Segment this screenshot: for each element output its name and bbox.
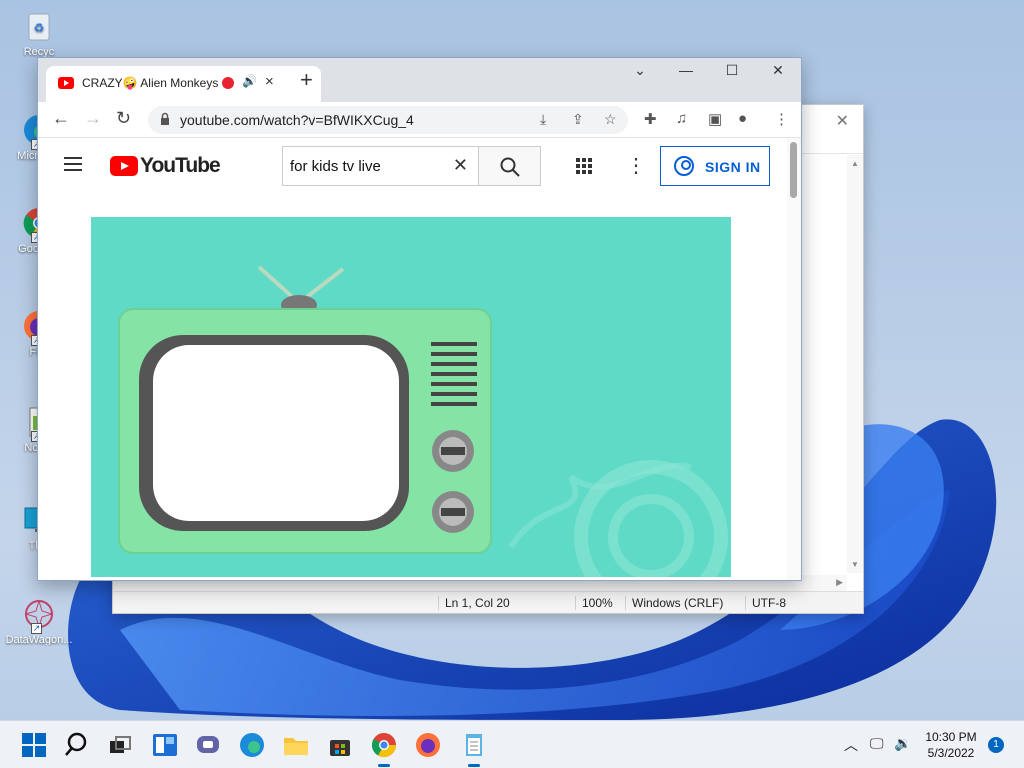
chrome-icon <box>371 733 396 758</box>
settings-kebab-icon[interactable]: ⋮ <box>626 156 646 176</box>
tab-close-icon[interactable]: × <box>265 73 274 90</box>
forward-button[interactable]: → <box>84 108 102 129</box>
extensions-icon[interactable]: ✚ <box>644 110 657 128</box>
youtube-header: YouTube for kids tv live ✕ ⋮ SIGN IN <box>38 138 787 194</box>
store-bag-icon <box>330 740 350 756</box>
desktop-icon-label: DataWagon... <box>5 634 73 646</box>
clock-time: 10:30 PM <box>925 730 977 744</box>
desktop-icon-datawagon[interactable]: ↗ DataWagon... <box>4 596 74 646</box>
maximize-button[interactable]: ☐ <box>712 62 752 79</box>
scrollbar-thumb[interactable] <box>790 142 797 198</box>
firefox-taskbar-button[interactable] <box>414 731 442 759</box>
address-bar[interactable]: youtube.com/watch?v=BfWIKXCug_4 ⤓ ⇪ ☆ <box>148 106 628 134</box>
firefox-icon <box>416 733 440 757</box>
scroll-up-arrow-icon[interactable]: ▲ <box>851 159 859 168</box>
side-panel-icon[interactable]: ▣ <box>708 110 722 128</box>
search-icon <box>500 157 520 177</box>
svg-text:♻: ♻ <box>34 21 45 35</box>
apps-grid-icon[interactable] <box>576 158 592 174</box>
notepad-close-icon[interactable]: ✕ <box>836 111 849 131</box>
notepad-status-bar: Ln 1, Col 20 100% Windows (CRLF) UTF-8 <box>113 591 863 613</box>
notepad-taskbar-button[interactable] <box>460 731 488 767</box>
page-scrollbar[interactable] <box>787 138 801 580</box>
speaker-icon[interactable]: 🔊 <box>242 74 257 88</box>
chrome-window[interactable]: CRAZY🤪 Alien Monkeys 🔊 × + ⌄ — ☐ ✕ ← → ↻… <box>37 57 802 581</box>
desktop-icon-recycle-bin[interactable]: ♻ Recyc <box>4 8 74 58</box>
teams-chat-icon <box>197 736 219 753</box>
browser-tab-active[interactable]: CRAZY🤪 Alien Monkeys 🔊 × <box>46 66 321 102</box>
widgets-button[interactable] <box>151 731 179 759</box>
youtube-play-icon <box>110 156 138 176</box>
recycle-bin-icon: ♻ <box>21 8 57 44</box>
clear-search-icon[interactable]: ✕ <box>453 155 468 176</box>
reload-button[interactable]: ↻ <box>116 108 131 129</box>
clock[interactable]: 10:30 PM 5/3/2022 <box>916 729 986 761</box>
browser-toolbar: ← → ↻ youtube.com/watch?v=BfWIKXCug_4 ⤓ … <box>38 102 801 138</box>
recording-indicator-icon <box>222 77 234 89</box>
share-icon[interactable]: ⇪ <box>572 111 584 128</box>
youtube-favicon-icon <box>58 77 74 89</box>
clock-date: 5/3/2022 <box>927 746 975 760</box>
status-encoding: UTF-8 <box>745 596 786 610</box>
status-zoom: 100% <box>575 596 613 610</box>
tab-title: CRAZY🤪 Alien Monkeys <box>82 76 219 90</box>
profile-avatar-icon[interactable]: ● <box>738 110 747 127</box>
notepad-vertical-scrollbar[interactable]: ▲ ▼ <box>847 155 863 573</box>
url-text: youtube.com/watch?v=BfWIKXCug_4 <box>180 112 414 128</box>
sign-in-label: SIGN IN <box>705 159 761 175</box>
search-button[interactable] <box>478 146 541 186</box>
scroll-down-arrow-icon[interactable]: ▼ <box>851 560 859 569</box>
shortcut-arrow-icon: ↗ <box>31 623 42 634</box>
sign-in-button[interactable]: SIGN IN <box>660 146 770 186</box>
chrome-menu-icon[interactable]: ⋮ <box>774 110 789 128</box>
youtube-logo-text: YouTube <box>140 154 221 177</box>
datawagon-icon: ↗ <box>21 596 57 634</box>
lock-icon <box>161 112 169 125</box>
search-icon <box>65 732 87 756</box>
chat-button[interactable] <box>194 731 222 759</box>
close-button[interactable]: ✕ <box>758 62 798 79</box>
media-controls-icon[interactable]: ♫ <box>676 110 687 127</box>
video-player[interactable] <box>91 217 731 577</box>
volume-icon[interactable]: 🔉 <box>894 735 911 752</box>
network-icon[interactable]: 🖵 <box>870 735 884 752</box>
tab-strip: CRAZY🤪 Alien Monkeys 🔊 × + ⌄ — ☐ ✕ <box>38 58 801 102</box>
bookmark-star-icon[interactable]: ☆ <box>604 111 617 128</box>
folder-icon <box>284 738 308 755</box>
tab-search-chevron-icon[interactable]: ⌄ <box>620 62 660 79</box>
scroll-right-arrow-icon[interactable]: ▶ <box>836 577 843 588</box>
store-button[interactable] <box>326 731 354 759</box>
edge-icon <box>240 733 264 757</box>
task-view-icon <box>110 736 131 753</box>
youtube-page: YouTube for kids tv live ✕ ⋮ SIGN IN <box>38 138 787 580</box>
notification-badge[interactable]: 1 <box>988 737 1004 753</box>
windows-start-icon <box>22 733 46 757</box>
show-hidden-icons-chevron[interactable]: ︿ <box>844 735 858 755</box>
new-tab-button[interactable]: + <box>300 69 313 91</box>
chrome-taskbar-button[interactable] <box>370 731 398 767</box>
status-line-endings: Windows (CRLF) <box>625 596 723 610</box>
search-query-text: for kids tv live <box>290 158 381 175</box>
minimize-button[interactable]: — <box>666 62 706 78</box>
edge-taskbar-button[interactable] <box>238 731 266 759</box>
notepad-icon <box>466 734 482 756</box>
account-circle-icon <box>674 156 694 176</box>
task-view-button[interactable] <box>106 731 134 759</box>
video-frame-tv-illustration <box>118 265 728 577</box>
start-button[interactable] <box>20 731 48 759</box>
widgets-icon <box>153 734 177 756</box>
back-button[interactable]: ← <box>52 108 70 129</box>
taskbar: ︿ 🖵 🔉 10:30 PM 5/3/2022 1 <box>0 720 1024 768</box>
search-taskbar-button[interactable] <box>63 731 91 759</box>
install-app-icon[interactable]: ⤓ <box>540 111 546 128</box>
youtube-logo[interactable]: YouTube <box>110 154 221 178</box>
hamburger-menu-icon[interactable] <box>64 157 82 171</box>
file-explorer-button[interactable] <box>282 731 310 759</box>
status-cursor-position: Ln 1, Col 20 <box>438 596 510 610</box>
search-input[interactable]: for kids tv live ✕ <box>282 146 478 186</box>
